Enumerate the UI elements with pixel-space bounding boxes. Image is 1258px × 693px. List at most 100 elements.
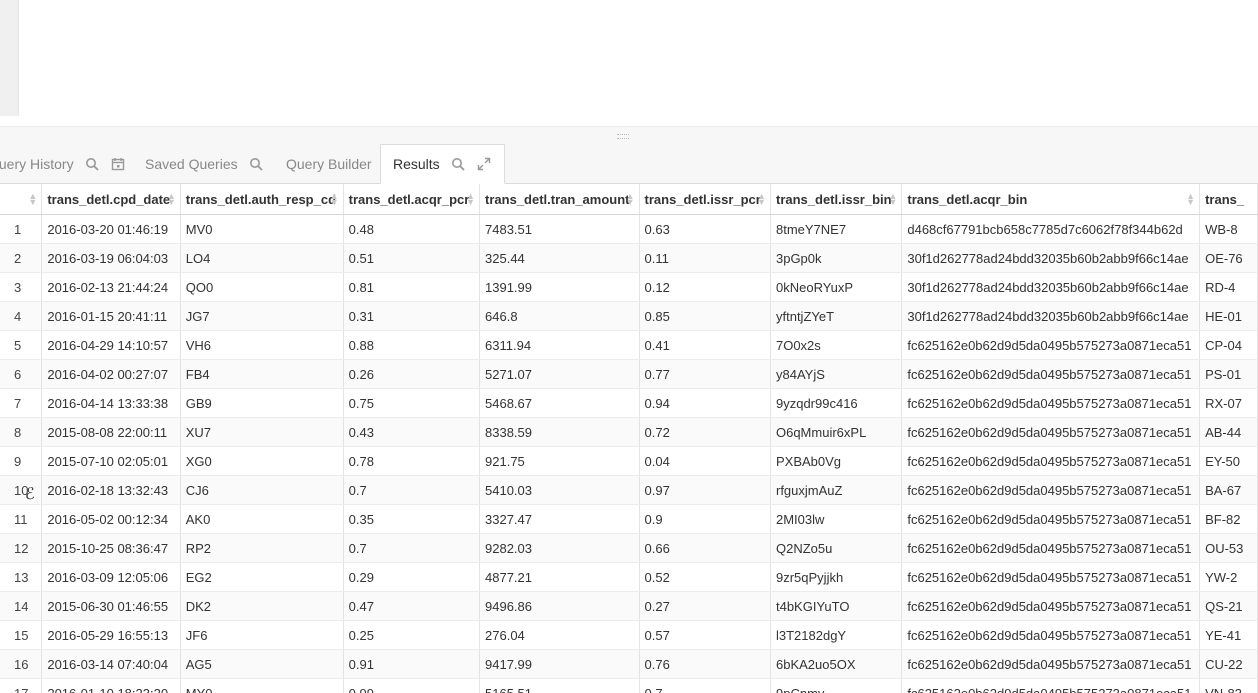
table-cell[interactable]: 5165.51 — [479, 678, 640, 693]
column-header[interactable]: trans_detl.auth_resp_cd ▲ ▼ — [180, 184, 344, 215]
row-number-cell[interactable]: 5 — [0, 330, 43, 360]
column-header[interactable]: trans_detl.tran_amount ▲ ▼ — [479, 184, 640, 215]
table-cell[interactable]: QS-21 — [1199, 591, 1258, 621]
row-number-cell[interactable]: 10 — [0, 475, 43, 505]
column-header[interactable]: trans_detl.issr_pcr ▲ ▼ — [639, 184, 771, 215]
table-cell[interactable]: 0.27 — [639, 591, 771, 621]
table-cell[interactable]: fc625162e0b62d9d5da0495b575273a0871eca51 — [901, 359, 1201, 389]
table-cell[interactable]: 9496.86 — [479, 591, 640, 621]
expand-icon[interactable] — [476, 156, 492, 172]
sort-icon[interactable]: ▲ ▼ — [330, 192, 339, 207]
table-cell[interactable]: 0.11 — [639, 243, 771, 273]
table-cell[interactable]: 0kNeoRYuxP — [770, 272, 903, 302]
table-cell[interactable]: 2015-10-25 08:36:47 — [41, 533, 181, 563]
table-cell[interactable]: 0.85 — [639, 301, 771, 331]
table-row[interactable]: 10 2016-02-18 13:32:43 CJ6 0.7 5410.03 0.97 rf… — [0, 475, 1258, 505]
column-header[interactable]: trans_detl.cpd_date ▲ ▼ — [41, 184, 181, 215]
table-cell[interactable]: 5410.03 — [479, 475, 640, 505]
row-number-cell[interactable]: 16 — [0, 649, 43, 679]
sort-icon[interactable]: ▲ ▼ — [888, 192, 897, 207]
table-cell[interactable]: 276.04 — [479, 620, 640, 650]
table-row[interactable]: 11 2016-05-02 00:12:34 AK0 0.35 3327.47 0.9 2M… — [0, 504, 1258, 534]
row-number-cell[interactable]: 14 — [0, 591, 43, 621]
table-cell[interactable]: PXBAb0Vg — [770, 446, 903, 476]
row-number-cell[interactable]: 2 — [0, 243, 43, 273]
sort-icon[interactable]: ▲ ▼ — [626, 192, 635, 207]
table-row[interactable]: 4 2016-01-15 20:41:11 JG7 0.31 646.8 0.85 yftn… — [0, 301, 1258, 331]
table-cell[interactable]: O6qMmuir6xPL — [770, 417, 903, 447]
table-cell[interactable]: 0.43 — [343, 417, 481, 447]
table-cell[interactable]: 2016-04-29 14:10:57 — [41, 330, 181, 360]
table-cell[interactable]: EG2 — [180, 562, 344, 592]
table-cell[interactable]: 2015-06-30 01:46:55 — [41, 591, 181, 621]
table-cell[interactable]: 2016-05-29 16:55:13 — [41, 620, 181, 650]
table-cell[interactable]: 0.35 — [343, 504, 481, 534]
table-cell[interactable]: 0.78 — [343, 446, 481, 476]
table-cell[interactable]: 7O0x2s — [770, 330, 903, 360]
table-cell[interactable]: 0.99 — [343, 678, 481, 693]
table-cell[interactable]: fc625162e0b62d9d5da0495b575273a0871eca51 — [901, 475, 1201, 505]
table-cell[interactable]: fc625162e0b62d9d5da0495b575273a0871eca51 — [901, 504, 1201, 534]
table-row[interactable]: 1 2016-03-20 01:46:19 MV0 0.48 7483.51 0.63 8t… — [0, 214, 1258, 244]
table-cell[interactable]: 0.41 — [639, 330, 771, 360]
row-number-cell[interactable]: 8 — [0, 417, 43, 447]
row-number-cell[interactable]: 4 — [0, 301, 43, 331]
table-cell[interactable]: YW-2 — [1199, 562, 1258, 592]
tab-saved-queries[interactable]: Saved Queries — [145, 144, 264, 183]
table-cell[interactable]: 0.75 — [343, 388, 481, 418]
table-cell[interactable]: fc625162e0b62d9d5da0495b575273a0871eca51 — [901, 562, 1201, 592]
table-cell[interactable]: 3327.47 — [479, 504, 640, 534]
table-cell[interactable]: 9zr5qPyjjkh — [770, 562, 903, 592]
table-cell[interactable]: 2015-08-08 22:00:11 — [41, 417, 181, 447]
table-cell[interactable]: FB4 — [180, 359, 344, 389]
table-cell[interactable]: BF-82 — [1199, 504, 1258, 534]
table-cell[interactable]: 2016-03-14 07:40:04 — [41, 649, 181, 679]
row-number-cell[interactable]: 12 — [0, 533, 43, 563]
table-cell[interactable]: HE-01 — [1199, 301, 1258, 331]
table-cell[interactable]: 30f1d262778ad24bdd32035b60b2abb9f66c14ae — [901, 243, 1201, 273]
row-number-cell[interactable]: 3 — [0, 272, 43, 302]
table-row[interactable]: 2 2016-03-19 06:04:03 LO4 0.51 325.44 0.11 3pG… — [0, 243, 1258, 273]
table-cell[interactable]: 0.26 — [343, 359, 481, 389]
column-header[interactable]: trans_detl.issr_bin ▲ ▼ — [770, 184, 903, 215]
table-cell[interactable]: XG0 — [180, 446, 344, 476]
table-row[interactable]: 14 2015-06-30 01:46:55 DK2 0.47 9496.86 0.27 t… — [0, 591, 1258, 621]
table-row[interactable]: 17 2016-01-10 18:23:20 MY0 0.99 5165.51 0.7 9p… — [0, 678, 1258, 693]
calendar-icon[interactable] — [110, 156, 126, 172]
table-cell[interactable]: 2015-07-10 02:05:01 — [41, 446, 181, 476]
table-cell[interactable]: 0.51 — [343, 243, 481, 273]
table-cell[interactable]: 9yzqdr99c416 — [770, 388, 903, 418]
table-cell[interactable]: rfguxjmAuZ — [770, 475, 903, 505]
table-cell[interactable]: 1391.99 — [479, 272, 640, 302]
table-cell[interactable]: 0.52 — [639, 562, 771, 592]
table-cell[interactable]: YE-41 — [1199, 620, 1258, 650]
table-cell[interactable]: PS-01 — [1199, 359, 1258, 389]
table-cell[interactable]: fc625162e0b62d9d5da0495b575273a0871eca51 — [901, 388, 1201, 418]
table-cell[interactable]: l3T2182dgY — [770, 620, 903, 650]
tab-query-builder[interactable]: Query Builder — [286, 144, 372, 183]
table-row[interactable]: 9 2015-07-10 02:05:01 XG0 0.78 921.75 0.04 PXB… — [0, 446, 1258, 476]
table-cell[interactable]: EY-50 — [1199, 446, 1258, 476]
table-cell[interactable]: 2016-03-20 01:46:19 — [41, 214, 181, 244]
table-cell[interactable]: 9pCnmy — [770, 678, 903, 693]
table-cell[interactable]: 646.8 — [479, 301, 640, 331]
table-cell[interactable]: 0.47 — [343, 591, 481, 621]
search-icon[interactable] — [450, 156, 466, 172]
table-cell[interactable]: fc625162e0b62d9d5da0495b575273a0871eca51 — [901, 649, 1201, 679]
table-cell[interactable]: 0.7 — [639, 678, 771, 693]
table-cell[interactable]: RP2 — [180, 533, 344, 563]
sort-icon[interactable]: ▲ ▼ — [167, 192, 176, 207]
search-icon[interactable] — [84, 156, 100, 172]
table-cell[interactable]: 0.9 — [639, 504, 771, 534]
table-cell[interactable]: Q2NZo5u — [770, 533, 903, 563]
column-header[interactable]: trans_detl.acqr_bin ▲ ▼ — [901, 184, 1201, 215]
table-cell[interactable]: 2016-01-10 18:23:20 — [41, 678, 181, 693]
table-cell[interactable]: 6bKA2uo5OX — [770, 649, 903, 679]
table-cell[interactable]: JG7 — [180, 301, 344, 331]
table-cell[interactable]: JF6 — [180, 620, 344, 650]
query-editor[interactable] — [0, 0, 1258, 126]
table-cell[interactable]: fc625162e0b62d9d5da0495b575273a0871eca51 — [901, 330, 1201, 360]
table-cell[interactable]: 0.63 — [639, 214, 771, 244]
table-cell[interactable]: 2016-04-14 13:33:38 — [41, 388, 181, 418]
table-cell[interactable]: d468cf67791bcb658c7785d7c6062f78f344b62d — [901, 214, 1201, 244]
